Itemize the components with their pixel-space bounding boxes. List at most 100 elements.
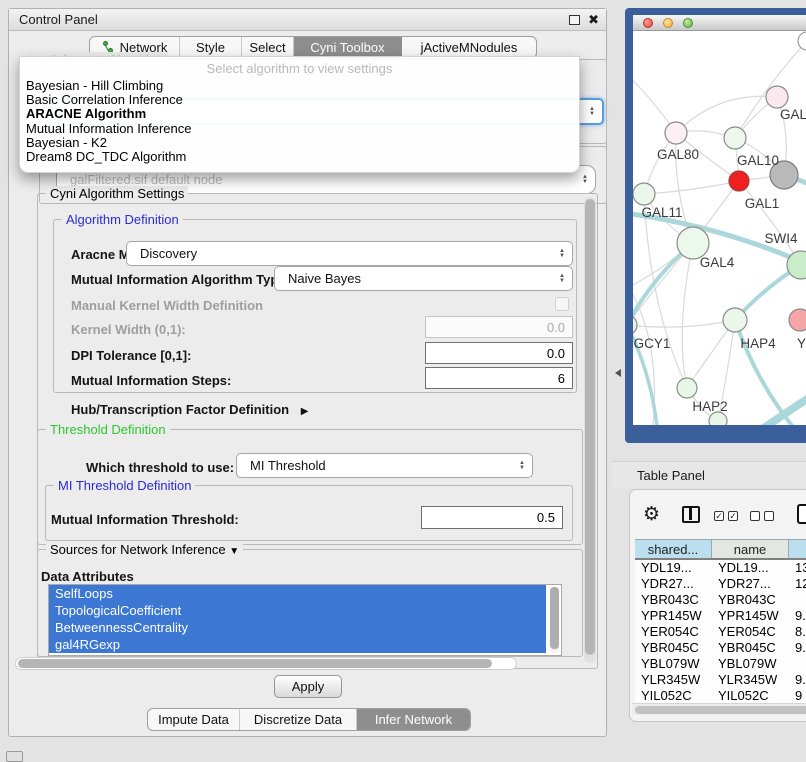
network-svg: GALGAL80GAL10GAL1GAL11SWI4GAL4GCY1HAP4YH…	[633, 31, 806, 425]
attributes-vscrollbar[interactable]	[550, 587, 559, 653]
unchecked-boxes-icon[interactable]	[750, 511, 774, 521]
algorithm-option[interactable]: Dream8 DC_TDC Algorithm	[20, 150, 579, 164]
algorithm-option[interactable]: ARACNE Algorithm	[20, 107, 579, 121]
table-row[interactable]: YBR043CYBR043C	[635, 592, 806, 608]
checked-boxes-icon[interactable]: ✓✓	[714, 511, 738, 521]
network-window-titlebar[interactable]	[633, 15, 806, 31]
dpi-tolerance-input[interactable]	[425, 342, 573, 364]
node-label-swi4: SWI4	[764, 231, 797, 246]
table-cell: YDL19...	[712, 560, 789, 576]
apply-button[interactable]: Apply	[274, 675, 342, 698]
network-node-ypink[interactable]	[789, 309, 806, 331]
table-hscrollbar[interactable]	[632, 703, 806, 715]
table-cell: YPR145W	[635, 608, 712, 624]
node-label-gal10: GAL10	[737, 153, 779, 168]
network-nodes	[633, 32, 806, 425]
table-row[interactable]: YBR045CYBR045C9.	[635, 640, 806, 656]
tab-infer-network[interactable]: Infer Network	[357, 709, 470, 730]
table-row[interactable]: YLR345WYLR345W9.	[635, 672, 806, 688]
control-panel-titlebar: Control Panel ✖	[9, 9, 606, 31]
expand-right-icon[interactable]: ▶	[301, 406, 309, 417]
network-canvas[interactable]: GALGAL80GAL10GAL1GAL11SWI4GAL4GCY1HAP4YH…	[633, 31, 806, 425]
zoom-window-icon[interactable]	[683, 18, 693, 28]
algorithm-dropdown-popup: Select algorithm to view settings Bayesi…	[19, 56, 580, 173]
table-row[interactable]: YBL079WYBL079W	[635, 656, 806, 672]
tab-select[interactable]: Select	[242, 37, 294, 58]
table-cell: YBL079W	[712, 656, 789, 672]
table-header-row: shared...name	[635, 539, 806, 560]
network-source-value: galFiltered.sif default node	[70, 172, 222, 187]
tab-label: Cyni Toolbox	[310, 40, 384, 55]
algorithm-option[interactable]: Mutual Information Inference	[20, 122, 579, 136]
settings-vscrollbar-thumb[interactable]	[585, 199, 595, 655]
combo-stepper-icon: ▲▼	[559, 274, 565, 284]
attribute-item[interactable]: gal4RGexp	[49, 636, 546, 653]
tab-discretize-data[interactable]: Discretize Data	[240, 709, 357, 730]
algorithm-option[interactable]: Bayesian - K2	[20, 136, 579, 150]
tab-cyni-toolbox[interactable]: Cyni Toolbox	[294, 37, 402, 58]
tab-jactivemnodules[interactable]: jActiveMNodules	[402, 37, 536, 58]
network-node-hap4[interactable]	[723, 308, 747, 332]
table-hscrollbar-thumb[interactable]	[635, 706, 806, 714]
settings-hscrollbar-thumb[interactable]	[18, 659, 492, 668]
network-window[interactable]: GALGAL80GAL10GAL1GAL11SWI4GAL4GCY1HAP4YH…	[625, 8, 806, 443]
node-label-ypink: Y	[797, 336, 806, 351]
column-layout-icon[interactable]	[682, 506, 700, 523]
manual-kernel-checkbox[interactable]	[555, 297, 569, 311]
table-cell: 9.	[789, 672, 806, 688]
algorithm-option[interactable]: Basic Correlation Inference	[20, 93, 579, 107]
network-node-gal1[interactable]	[729, 171, 749, 191]
mi-threshold-input[interactable]	[421, 506, 563, 529]
attribute-item[interactable]: BetweennessCentrality	[49, 619, 546, 636]
network-node-corner[interactable]	[798, 32, 806, 50]
mi-steps-input[interactable]	[425, 367, 573, 389]
file-icon[interactable]	[797, 504, 806, 524]
node-label-hap4: HAP4	[740, 336, 776, 351]
panel-corner-chip[interactable]	[6, 751, 23, 762]
manual-kernel-label: Manual Kernel Width Definition	[71, 298, 263, 313]
column-header-name[interactable]: name	[712, 540, 789, 558]
data-attributes-list[interactable]: SelfLoopsTopologicalCoefficientBetweenne…	[48, 584, 562, 656]
which-threshold-combobox[interactable]: MI Threshold ▲▼	[236, 453, 533, 478]
hub-definition-expander[interactable]: Hub/Transcription Factor Definition ▶	[71, 402, 308, 417]
table-row[interactable]: YPR145WYPR145W9.	[635, 608, 806, 624]
table-cell: YBR045C	[712, 640, 789, 656]
sources-title-text: Sources for Network Inference	[50, 542, 226, 557]
aracne-mode-combobox[interactable]: Discovery ▲▼	[126, 241, 573, 266]
column-header-extra[interactable]	[789, 540, 806, 558]
mi-threshold-label: Mutual Information Threshold:	[51, 512, 239, 527]
column-header-shared...[interactable]: shared...	[635, 540, 712, 558]
table-row[interactable]: YER054CYER054C8.	[635, 624, 806, 640]
table-cell: YDL19...	[635, 560, 712, 576]
network-node-gal80[interactable]	[665, 122, 687, 144]
float-icon[interactable]	[569, 15, 580, 25]
which-threshold-value: MI Threshold	[250, 458, 326, 473]
table-row[interactable]: YDR27...YDR27...12	[635, 576, 806, 592]
node-label-gal4: GAL4	[700, 255, 735, 270]
attribute-item[interactable]: SelfLoops	[49, 585, 546, 602]
table-cell: YER054C	[712, 624, 789, 640]
network-node-gal11[interactable]	[633, 183, 655, 205]
attribute-item[interactable]: TopologicalCoefficient	[49, 602, 546, 619]
algorithm-option[interactable]: Bayesian - Hill Climbing	[20, 79, 579, 93]
minimize-window-icon[interactable]	[663, 18, 673, 28]
table-row[interactable]: YDL19...YDL19...13	[635, 560, 806, 576]
network-node-hap2[interactable]	[677, 378, 697, 398]
settings-vscrollbar[interactable]	[584, 197, 596, 663]
settings-hscrollbar[interactable]	[15, 657, 517, 670]
network-node-gcy1[interactable]	[633, 315, 637, 335]
tab-style[interactable]: Style	[180, 37, 242, 58]
collapse-down-icon[interactable]: ▼	[229, 546, 239, 557]
kernel-width-input[interactable]	[425, 316, 573, 338]
close-window-icon[interactable]	[643, 18, 653, 28]
network-node-gal7[interactable]	[766, 86, 788, 108]
gear-icon[interactable]: ⚙	[643, 503, 660, 526]
network-node-gal10[interactable]	[724, 127, 746, 149]
tab-impute-data[interactable]: Impute Data	[148, 709, 240, 730]
table-row[interactable]: YIL052CYIL052C9	[635, 688, 806, 704]
table-panel-header: Table Panel	[612, 461, 806, 488]
attributes-vscrollbar-thumb[interactable]	[550, 587, 559, 649]
tab-label: jActiveMNodules	[421, 40, 518, 55]
mi-algorithm-type-combobox[interactable]: Naive Bayes ▲▼	[274, 266, 573, 291]
close-icon[interactable]: ✖	[588, 12, 599, 28]
